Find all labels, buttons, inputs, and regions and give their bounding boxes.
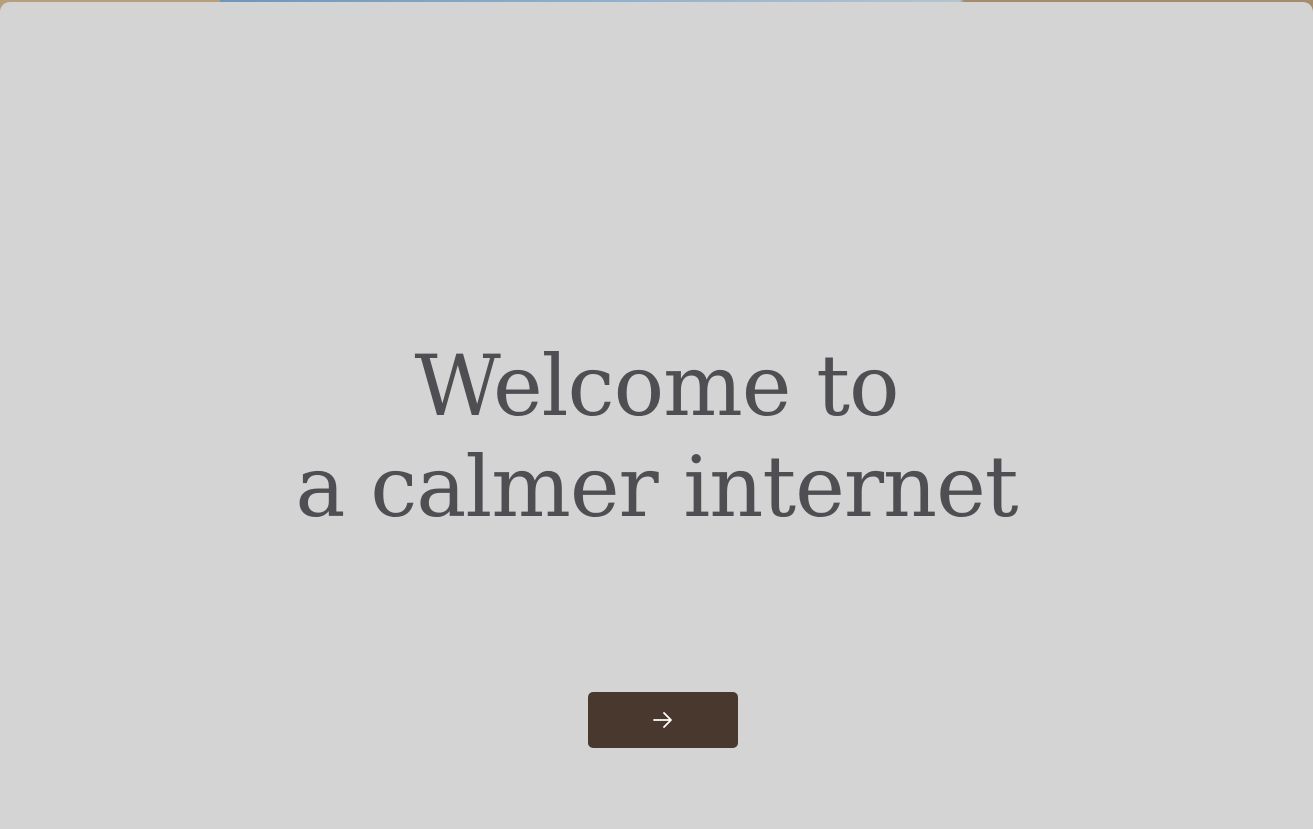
- arrow-right-icon: [653, 712, 672, 728]
- welcome-headline: Welcome to a calmer internet: [0, 336, 1313, 538]
- welcome-headline-line-1: Welcome to: [414, 337, 899, 435]
- continue-button[interactable]: [588, 692, 738, 748]
- welcome-headline-line-2: a calmer internet: [295, 438, 1018, 536]
- onboarding-panel: Welcome to a calmer internet: [0, 2, 1313, 829]
